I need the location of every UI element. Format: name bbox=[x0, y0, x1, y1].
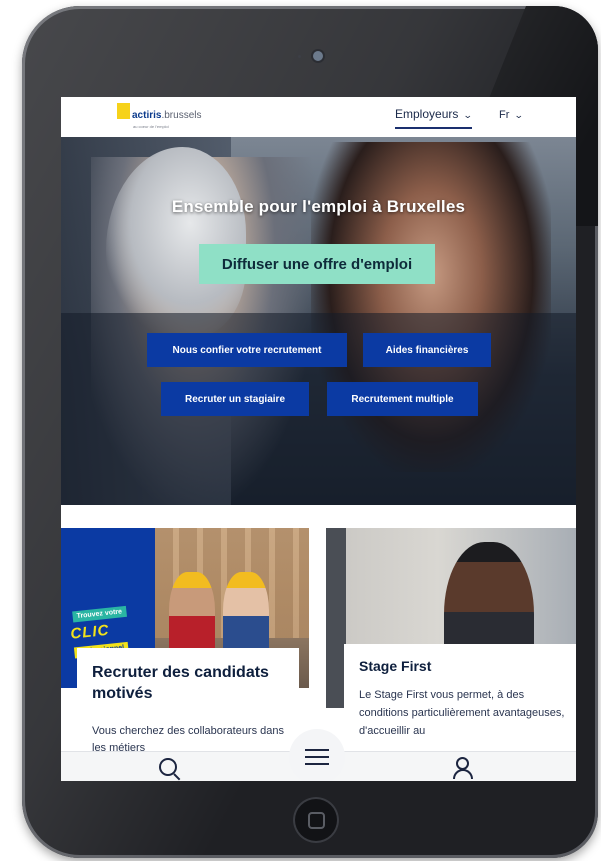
nav-active-underline bbox=[395, 127, 472, 129]
logo-tagline: au coeur de l'emploi bbox=[133, 124, 169, 129]
actiris-logo[interactable]: actiris.brussels au coeur de l'emploi bbox=[117, 103, 201, 129]
hero-section: Ensemble pour l'emploi à Bruxelles Diffu… bbox=[61, 137, 576, 505]
card-title: Recruter des candidats motivés bbox=[92, 664, 269, 702]
home-button[interactable] bbox=[293, 797, 339, 843]
nav-employers-dropdown[interactable]: Employeurs ⌄ bbox=[395, 107, 474, 121]
financial-aid-button[interactable]: Aides financières bbox=[363, 333, 491, 367]
recruit-intern-button[interactable]: Recruter un stagiaire bbox=[161, 382, 309, 416]
front-camera bbox=[313, 51, 323, 61]
logo-name: actiris bbox=[132, 110, 162, 121]
card-recruit-candidates[interactable]: Trouvez votre CLIC professionnel Recrute… bbox=[61, 528, 309, 781]
logo-text: actiris.brussels bbox=[132, 110, 201, 122]
multiple-recruitment-button[interactable]: Recrutement multiple bbox=[327, 382, 478, 416]
search-icon[interactable] bbox=[159, 758, 177, 776]
chevron-down-icon: ⌄ bbox=[463, 110, 474, 120]
logo-mark-icon bbox=[117, 103, 130, 119]
recruitment-service-button[interactable]: Nous confier votre recrutement bbox=[147, 333, 347, 367]
logo-domain: .brussels bbox=[161, 110, 202, 121]
nav-employers-label: Employeurs bbox=[395, 107, 459, 121]
card-text: Le Stage First vous permet, à des condit… bbox=[359, 689, 565, 737]
language-label: Fr bbox=[499, 109, 510, 121]
card-stage-first[interactable]: Stage First Le Stage First vous permet, … bbox=[326, 528, 576, 781]
card-image-door bbox=[326, 528, 346, 708]
hero-title: Ensemble pour l'emploi à Bruxelles bbox=[171, 197, 466, 216]
card-title: Stage First bbox=[359, 658, 432, 674]
user-icon[interactable] bbox=[453, 757, 473, 779]
language-selector[interactable]: Fr ⌄ bbox=[499, 109, 525, 121]
post-job-offer-button[interactable]: Diffuser une offre d'emploi bbox=[199, 244, 435, 284]
menu-icon[interactable] bbox=[305, 749, 329, 765]
clic-badge-main: CLIC bbox=[69, 621, 111, 643]
tablet-device: actiris.brussels au coeur de l'emploi Em… bbox=[0, 0, 601, 861]
site-header: actiris.brussels au coeur de l'emploi Em… bbox=[61, 97, 576, 138]
chevron-down-icon: ⌄ bbox=[514, 110, 525, 120]
screen: actiris.brussels au coeur de l'emploi Em… bbox=[61, 97, 576, 781]
home-button-icon bbox=[307, 811, 325, 829]
proximity-sensor bbox=[298, 55, 301, 58]
